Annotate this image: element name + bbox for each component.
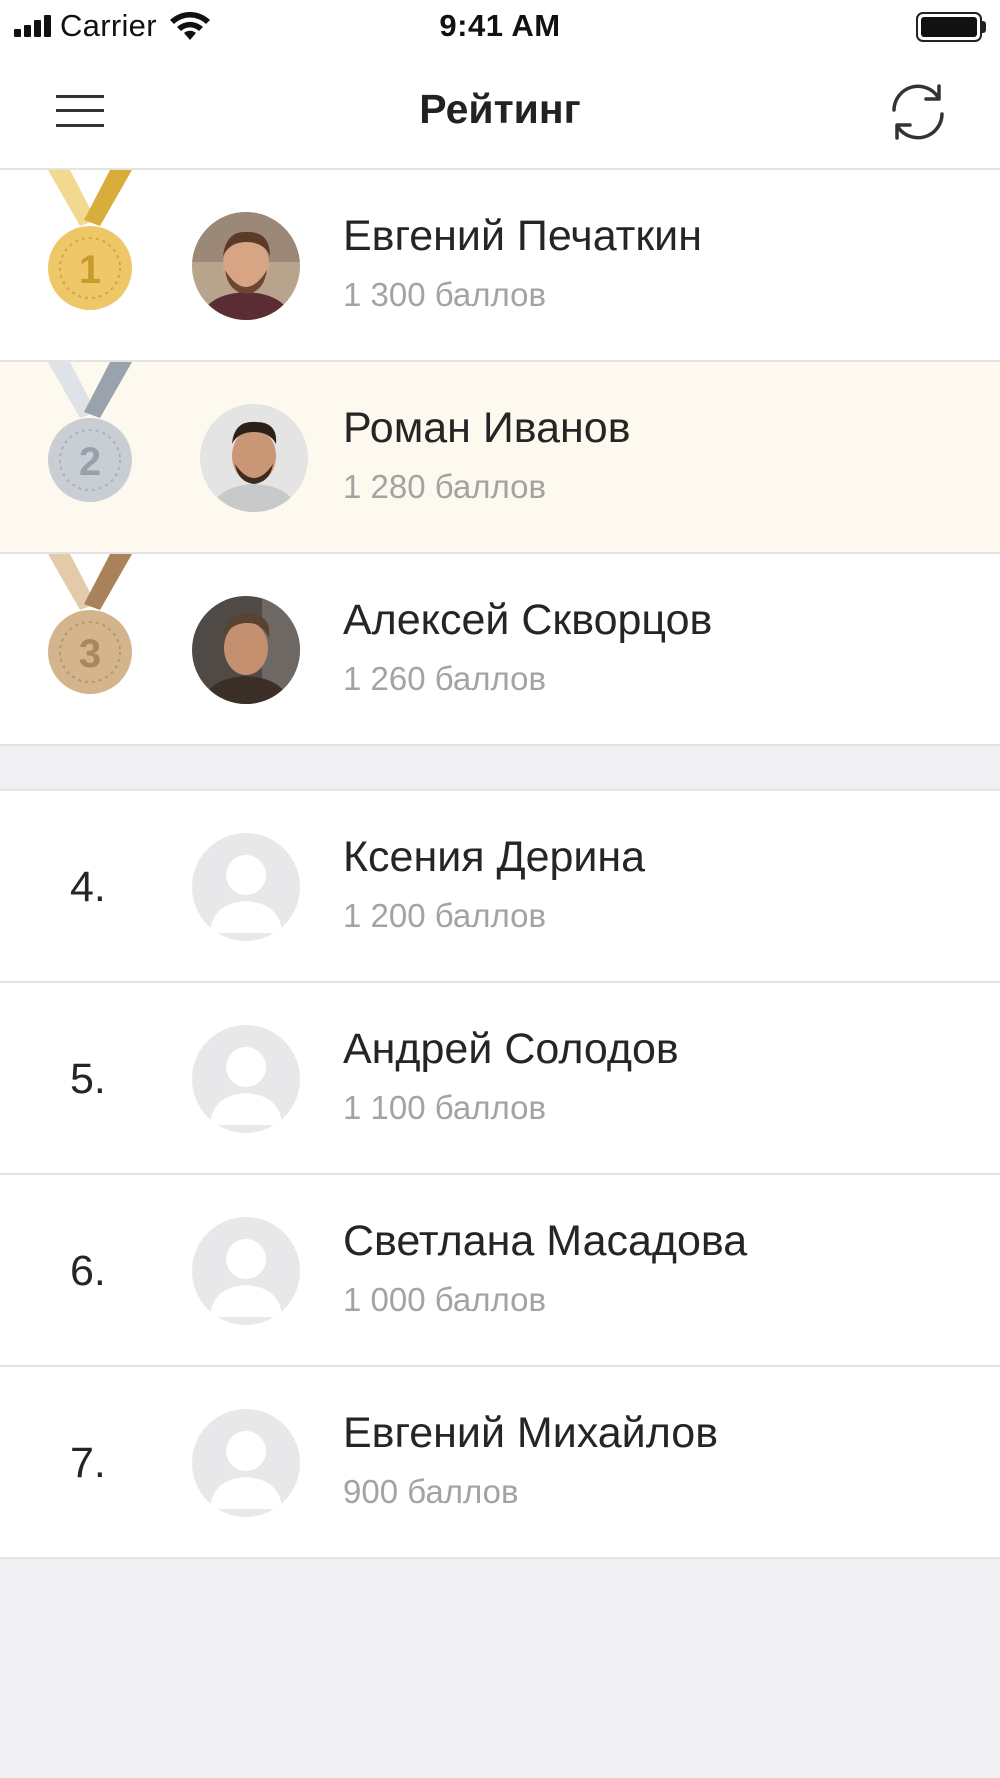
participant-score: 1 280 баллов <box>343 468 547 505</box>
battery-icon <box>916 12 982 42</box>
rank-number: 4. <box>70 863 106 911</box>
participant-name: Роман Иванов <box>343 404 631 452</box>
avatar-placeholder-icon <box>192 1217 300 1325</box>
avatar <box>192 596 300 704</box>
participant-score: 1 000 баллов <box>343 1281 547 1318</box>
avatar <box>200 404 308 512</box>
status-bar: Carrier 9:41 AM <box>0 0 1000 52</box>
participant-name: Андрей Солодов <box>343 1025 679 1073</box>
page-title: Рейтинг <box>419 86 581 132</box>
rating-row[interactable]: 6. Светлана Масадова 1 000 баллов <box>0 1175 1000 1367</box>
avatar-placeholder-icon <box>192 833 300 941</box>
medal-rank: 2 <box>79 440 101 484</box>
participant-name: Светлана Масадова <box>343 1217 748 1265</box>
participant-name: Алексей Скворцов <box>343 596 713 644</box>
leader-row[interactable]: 1 Евгений Печаткин 1 300 баллов <box>0 170 1000 362</box>
gold-medal-icon: 1 <box>40 170 140 310</box>
rating-list: 4. Ксения Дерина 1 200 баллов 5. Андрей … <box>0 789 1000 1559</box>
medal-rank: 1 <box>79 248 101 292</box>
participant-score: 1 200 баллов <box>343 897 547 934</box>
rating-row[interactable]: 7. Евгений Михайлов 900 баллов <box>0 1367 1000 1559</box>
medal-rank: 3 <box>79 632 101 676</box>
leader-row[interactable]: 3 Алексей Скворцов 1 260 баллов <box>0 554 1000 746</box>
rating-row[interactable]: 5. Андрей Солодов 1 100 баллов <box>0 983 1000 1175</box>
status-time: 9:41 AM <box>439 8 561 43</box>
navigation-bar: Рейтинг <box>0 52 1000 170</box>
battery-nub <box>982 21 986 33</box>
participant-score: 1 260 баллов <box>343 660 547 697</box>
participant-score: 1 100 баллов <box>343 1089 547 1126</box>
leaders-list: 1 Евгений Печаткин 1 300 баллов 2 Роман … <box>0 170 1000 746</box>
avatar-placeholder-icon <box>192 1409 300 1517</box>
rank-number: 6. <box>70 1247 106 1295</box>
rank-number: 7. <box>70 1439 106 1487</box>
avatar-placeholder-icon <box>192 1025 300 1133</box>
avatar <box>192 212 300 320</box>
rank-number: 5. <box>70 1055 106 1103</box>
refresh-icon[interactable] <box>886 80 950 144</box>
participant-score: 1 300 баллов <box>343 276 547 313</box>
participant-name: Евгений Михайлов <box>343 1409 719 1457</box>
leader-row-current-user[interactable]: 2 Роман Иванов 1 280 баллов <box>0 362 1000 554</box>
rating-row[interactable]: 4. Ксения Дерина 1 200 баллов <box>0 791 1000 983</box>
participant-score: 900 баллов <box>343 1473 519 1510</box>
participant-name: Ксения Дерина <box>343 833 646 881</box>
silver-medal-icon: 2 <box>40 362 140 502</box>
bronze-medal-icon: 3 <box>40 554 140 694</box>
participant-name: Евгений Печаткин <box>343 212 702 260</box>
